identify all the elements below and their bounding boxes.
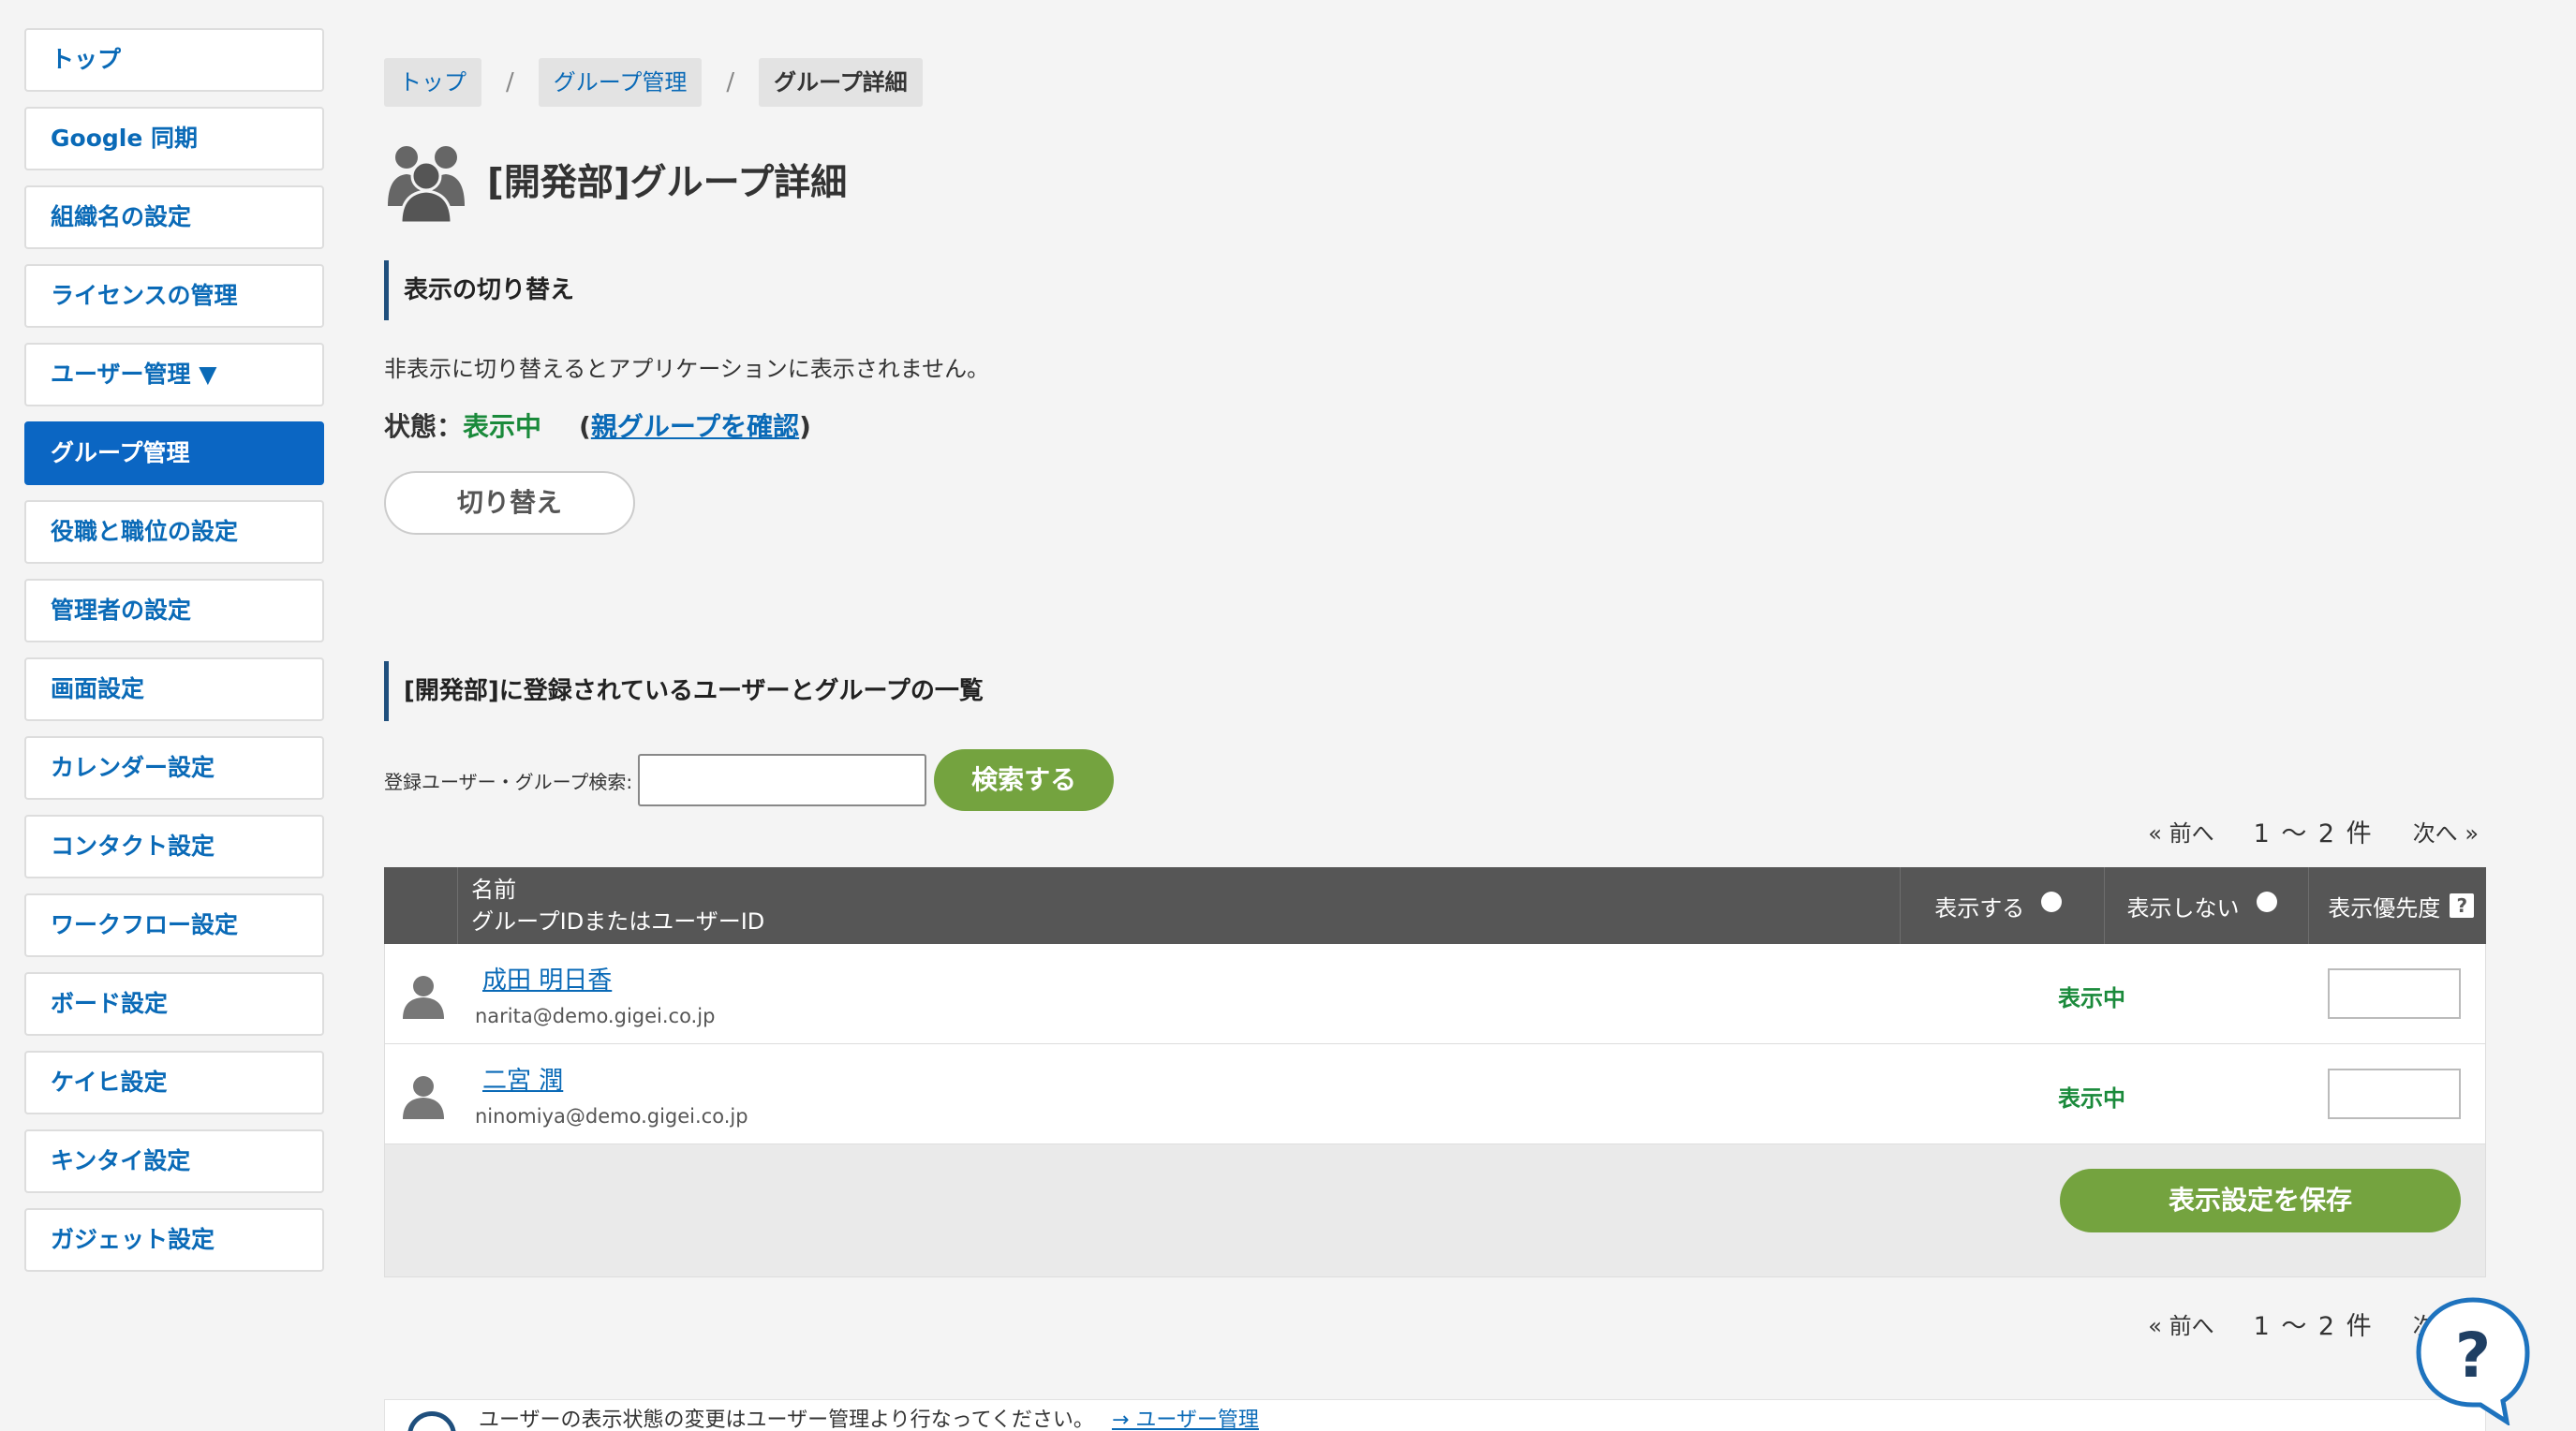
toggle-visibility-button[interactable]: 切り替え: [384, 471, 635, 535]
info-box: ユーザーの表示状態の変更はユーザー管理より行なってください。 → ユーザー管理: [384, 1399, 2486, 1431]
status-line: 状態： 表示中 ( 親グループを確認 ): [384, 406, 811, 444]
page-title: [開発部]グループ詳細: [487, 162, 848, 204]
sidebar-item-google-sync[interactable]: Google 同期: [24, 107, 324, 170]
toggle-description: 非表示に切り替えるとアプリケーションに表示されません。: [384, 356, 990, 382]
table-header: 名前 グループIDまたはユーザーID 表示する 表示しない 表示優先度 ?: [384, 867, 2486, 944]
header-show-col: 表示する: [1901, 867, 2105, 944]
paren-open: (: [579, 411, 591, 442]
group-icon: [388, 146, 465, 223]
sidebar-item-admins[interactable]: 管理者の設定: [24, 579, 324, 642]
sidebar-item-gadget[interactable]: ガジェット設定: [24, 1208, 324, 1272]
search-button[interactable]: 検索する: [934, 749, 1115, 811]
pager-next[interactable]: 次へ »: [2413, 815, 2479, 848]
header-priority-col: 表示優先度 ?: [2309, 867, 2486, 944]
breadcrumb-current: グループ詳細: [759, 58, 923, 107]
pager-top: « 前へ 1 〜 2 件 次へ »: [2148, 813, 2479, 849]
table-footer: 表示設定を保存: [384, 1144, 2486, 1277]
row-status: 表示中: [2058, 1085, 2125, 1112]
pager-range: 1 〜 2 件: [2253, 1312, 2374, 1341]
sidebar-item-kintai[interactable]: キンタイ設定: [24, 1129, 324, 1193]
header-name: 名前: [471, 877, 517, 903]
show-all-radio[interactable]: [2041, 892, 2063, 912]
info-text: ユーザーの表示状態の変更はユーザー管理より行なってください。: [479, 1409, 1094, 1431]
name-cell: 成田 明日香 narita@demo.gigei.co.jp: [475, 961, 715, 1027]
help-bubble-icon[interactable]: ?: [2413, 1294, 2533, 1425]
sidebar-item-top[interactable]: トップ: [24, 28, 324, 92]
paren-close: ): [799, 411, 811, 442]
member-table: 名前 グループIDまたはユーザーID 表示する 表示しない 表示優先度 ? 成田…: [384, 867, 2486, 1277]
sidebar-item-calendar[interactable]: カレンダー設定: [24, 736, 324, 800]
pager-prev[interactable]: « 前へ: [2148, 815, 2213, 848]
row-status: 表示中: [2058, 985, 2125, 1011]
breadcrumb: トップ / グループ管理 / グループ詳細: [384, 58, 923, 107]
status-value: 表示中: [463, 411, 542, 442]
help-icon[interactable]: ?: [2450, 893, 2475, 918]
table-row: 成田 明日香 narita@demo.gigei.co.jp 表示中: [384, 944, 2486, 1044]
header-show: 表示する: [1934, 894, 2025, 922]
breadcrumb-separator: /: [726, 68, 735, 96]
table-row: 二宮 潤 ninomiya@demo.gigei.co.jp 表示中: [384, 1044, 2486, 1144]
sidebar-item-contact[interactable]: コンタクト設定: [24, 815, 324, 878]
main-content: トップ / グループ管理 / グループ詳細 [開発部]グループ詳細 表示の切り替…: [384, 0, 2488, 1431]
page-header: [開発部]グループ詳細: [384, 137, 847, 223]
pager-range: 1 〜 2 件: [2253, 819, 2374, 848]
search-label: 登録ユーザー・グループ検索:: [384, 770, 633, 793]
hide-all-radio[interactable]: [2256, 892, 2277, 912]
pager-prev[interactable]: « 前へ: [2148, 1307, 2213, 1340]
svg-text:?: ?: [2455, 1320, 2491, 1392]
name-cell: 二宮 潤 ninomiya@demo.gigei.co.jp: [475, 1061, 748, 1128]
user-name-link[interactable]: 二宮 潤: [482, 1061, 748, 1096]
user-avatar-icon: [403, 976, 444, 1019]
user-email: narita@demo.gigei.co.jp: [475, 1005, 716, 1027]
header-name-col: 名前 グループIDまたはユーザーID: [458, 867, 1902, 944]
priority-input[interactable]: [2328, 1069, 2461, 1119]
user-email: ninomiya@demo.gigei.co.jp: [475, 1105, 748, 1128]
header-priority: 表示優先度: [2328, 894, 2441, 922]
header-id: グループIDまたはユーザーID: [471, 908, 765, 935]
priority-input[interactable]: [2328, 968, 2461, 1019]
search-row: 登録ユーザー・グループ検索: 検索する: [384, 749, 1115, 811]
sidebar-item-positions[interactable]: 役職と職位の設定: [24, 500, 324, 564]
breadcrumb-group-management[interactable]: グループ管理: [538, 58, 703, 107]
sidebar-item-user-management[interactable]: ユーザー管理 ▼: [24, 343, 324, 406]
info-icon: [407, 1411, 456, 1431]
breadcrumb-separator: /: [506, 68, 514, 96]
sidebar-item-workflow[interactable]: ワークフロー設定: [24, 893, 324, 957]
list-section-heading: [開発部]に登録されているユーザーとグループの一覧: [384, 661, 984, 721]
parent-group-link[interactable]: 親グループを確認: [591, 406, 799, 444]
sidebar-item-org-name[interactable]: 組織名の設定: [24, 185, 324, 249]
sidebar-item-group-management[interactable]: グループ管理: [24, 421, 324, 485]
sidebar-item-board[interactable]: ボード設定: [24, 972, 324, 1036]
sidebar-item-screen[interactable]: 画面設定: [24, 657, 324, 721]
user-name-link[interactable]: 成田 明日香: [482, 961, 715, 996]
search-input[interactable]: [638, 754, 927, 806]
header-avatar-col: [384, 867, 459, 944]
breadcrumb-top[interactable]: トップ: [384, 58, 481, 107]
user-avatar-icon: [403, 1076, 444, 1119]
header-hide: 表示しない: [2126, 894, 2240, 922]
sidebar-item-keihi[interactable]: ケイヒ設定: [24, 1051, 324, 1114]
sidebar: トップ Google 同期 組織名の設定 ライセンスの管理 ユーザー管理 ▼ グ…: [24, 28, 324, 1287]
sidebar-item-license[interactable]: ライセンスの管理: [24, 264, 324, 328]
save-display-settings-button[interactable]: 表示設定を保存: [2060, 1169, 2461, 1232]
header-hide-col: 表示しない: [2105, 867, 2310, 944]
user-management-link[interactable]: → ユーザー管理: [1112, 1409, 1259, 1431]
toggle-section-heading: 表示の切り替え: [384, 260, 574, 320]
status-label: 状態：: [384, 411, 464, 442]
